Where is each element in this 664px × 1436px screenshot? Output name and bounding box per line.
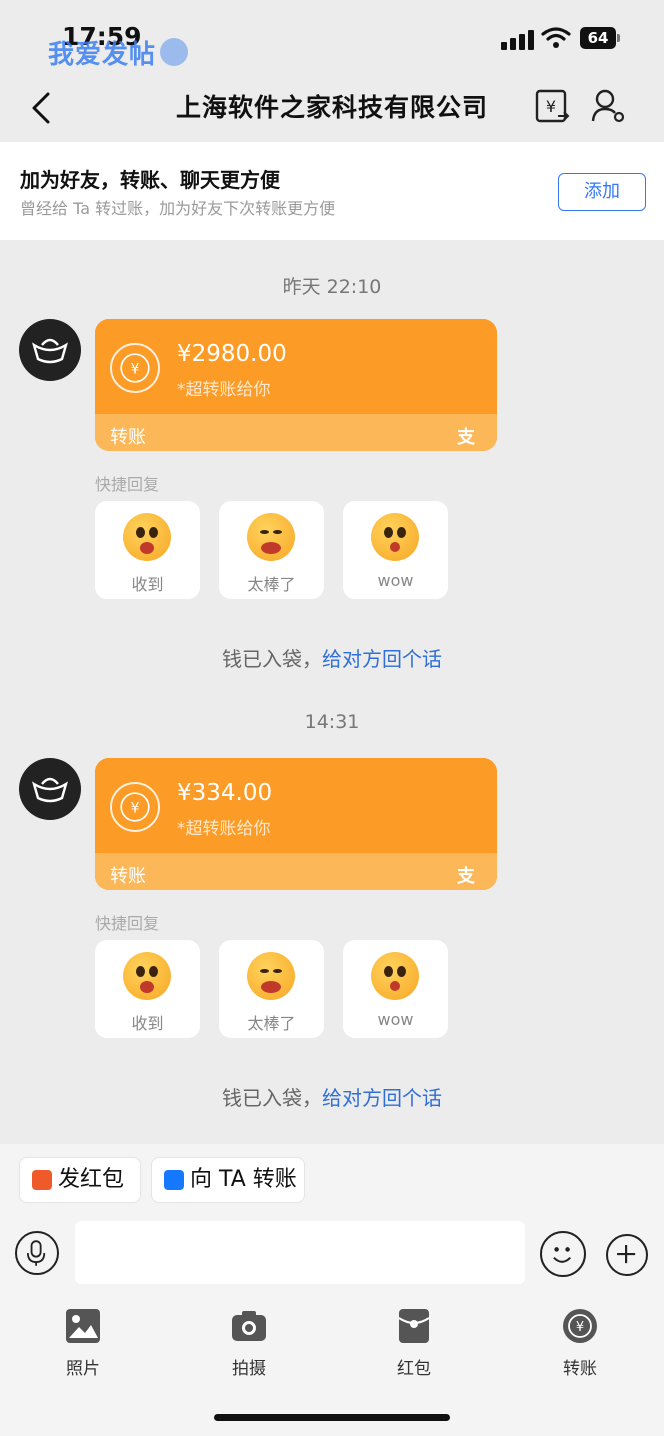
user-profile-icon[interactable] — [590, 88, 626, 124]
back-button[interactable] — [26, 88, 60, 128]
quick-reply-label: 快捷回复 — [95, 914, 160, 933]
quick-reply-great[interactable]: 太棒了 — [219, 501, 324, 599]
quick-reply-received[interactable]: 收到 — [95, 501, 200, 599]
received-text: 钱已入袋， — [222, 1086, 322, 1110]
laughing-emoji-icon — [247, 513, 295, 561]
toolbar-transfer-label: 转账 — [563, 1359, 597, 1379]
transfer-icon: ¥ — [110, 782, 160, 832]
voice-input-button[interactable] — [15, 1231, 59, 1275]
photo-icon — [66, 1309, 100, 1343]
gold-ingot-icon — [32, 338, 68, 364]
watermark: 我爱发帖 — [48, 40, 157, 70]
avatar[interactable] — [19, 319, 81, 381]
transfer-note: *超转账给你 — [177, 819, 271, 839]
add-friend-banner: 加为好友，转账、聊天更方便 曾经给 Ta 转过账，加为好友下次转账更方便 添加 — [0, 142, 664, 240]
quick-reply-great[interactable]: 太棒了 — [219, 940, 324, 1038]
svg-text:¥: ¥ — [131, 801, 140, 817]
message-input[interactable] — [75, 1221, 525, 1284]
toolbar-red-packet[interactable]: 红包 — [374, 1304, 454, 1379]
toolbar-camera[interactable]: 拍摄 — [209, 1304, 289, 1379]
shocked-emoji-icon — [123, 952, 171, 1000]
transfer-amount: ¥334.00 — [177, 780, 273, 806]
cellular-signal-icon — [501, 30, 534, 50]
received-notice: 钱已入袋，给对方回个话 — [0, 643, 664, 672]
transfer-note: *超转账给你 — [177, 380, 271, 400]
quick-reply-wow[interactable]: wow — [343, 501, 448, 599]
transfer-card[interactable]: ¥ ¥334.00 *超转账给你 转账 支 — [95, 758, 497, 890]
red-packet-icon — [32, 1170, 52, 1190]
svg-text:¥: ¥ — [131, 362, 140, 378]
laughing-emoji-icon — [247, 952, 295, 1000]
quick-reply-text: wow — [377, 571, 414, 590]
svg-text:¥: ¥ — [546, 97, 556, 116]
toolbar-camera-label: 拍摄 — [232, 1359, 266, 1379]
wifi-icon — [541, 27, 571, 48]
battery-indicator: 64 — [580, 27, 616, 49]
quick-reply-label: 快捷回复 — [95, 475, 160, 494]
avatar[interactable] — [19, 758, 81, 820]
card-type-label: 转账 — [110, 427, 146, 448]
send-red-packet-button[interactable]: 发红包 — [19, 1157, 141, 1203]
card-footer — [95, 414, 497, 451]
quick-reply-received[interactable]: 收到 — [95, 940, 200, 1038]
alipay-logo-icon: 支 — [457, 427, 475, 448]
bill-icon[interactable]: ¥ — [534, 88, 570, 124]
card-type-label: 转账 — [110, 866, 146, 887]
banner-subtitle: 曾经给 Ta 转过账，加为好友下次转账更方便 — [20, 199, 336, 218]
transfer-icon: ¥ — [563, 1309, 597, 1343]
emoji-button[interactable] — [540, 1231, 586, 1277]
surprised-emoji-icon — [371, 952, 419, 1000]
received-text: 钱已入袋， — [222, 647, 322, 671]
message-timestamp: 昨天 22:10 — [282, 276, 382, 298]
reply-link[interactable]: 给对方回个话 — [322, 1086, 442, 1110]
transfer-icon: ¥ — [110, 343, 160, 393]
page-title: 上海软件之家科技有限公司 — [175, 93, 488, 122]
quick-reply-text: 太棒了 — [247, 575, 296, 594]
more-button[interactable] — [606, 1234, 648, 1276]
input-panel: 发红包 向 TA 转账 照片 拍摄 红包 ¥ 转账 — [0, 1144, 664, 1436]
reply-link[interactable]: 给对方回个话 — [322, 647, 442, 671]
alipay-logo-icon: 支 — [457, 866, 475, 887]
surprised-emoji-icon — [371, 513, 419, 561]
top-bar: 17:59 我爱发帖 64 上海软件之家科技有限公司 ¥ — [0, 0, 664, 142]
transfer-icon — [164, 1170, 184, 1190]
received-notice: 钱已入袋，给对方回个话 — [0, 1082, 664, 1111]
transfer-amount: ¥2980.00 — [177, 341, 287, 367]
toolbar-red-packet-label: 红包 — [397, 1359, 431, 1379]
shocked-emoji-icon — [123, 513, 171, 561]
quick-reply-text: wow — [377, 1010, 414, 1029]
toolbar-transfer[interactable]: ¥ 转账 — [540, 1304, 620, 1379]
toolbar-photo[interactable]: 照片 — [43, 1304, 123, 1379]
quick-reply-text: 收到 — [131, 1014, 164, 1033]
quick-reply-wow[interactable]: wow — [343, 940, 448, 1038]
gold-ingot-icon — [32, 777, 68, 803]
add-friend-button[interactable]: 添加 — [558, 173, 646, 211]
battery-cap — [617, 34, 620, 42]
quick-reply-text: 收到 — [131, 575, 164, 594]
svg-text:¥: ¥ — [576, 1320, 584, 1335]
transfer-to-ta-button[interactable]: 向 TA 转账 — [151, 1157, 305, 1203]
message-timestamp: 14:31 — [304, 711, 360, 733]
red-packet-icon — [398, 1309, 430, 1343]
card-footer — [95, 853, 497, 890]
toolbar-photo-label: 照片 — [66, 1359, 100, 1379]
send-red-packet-label: 发红包 — [58, 1167, 125, 1192]
transfer-card[interactable]: ¥ ¥2980.00 *超转账给你 转账 支 — [95, 319, 497, 451]
banner-title: 加为好友，转账、聊天更方便 — [20, 168, 280, 192]
home-indicator — [214, 1414, 450, 1421]
watermark-logo-icon — [160, 38, 188, 66]
transfer-to-ta-label: 向 TA 转账 — [190, 1167, 297, 1192]
quick-reply-text: 太棒了 — [247, 1014, 296, 1033]
camera-icon — [232, 1311, 266, 1341]
